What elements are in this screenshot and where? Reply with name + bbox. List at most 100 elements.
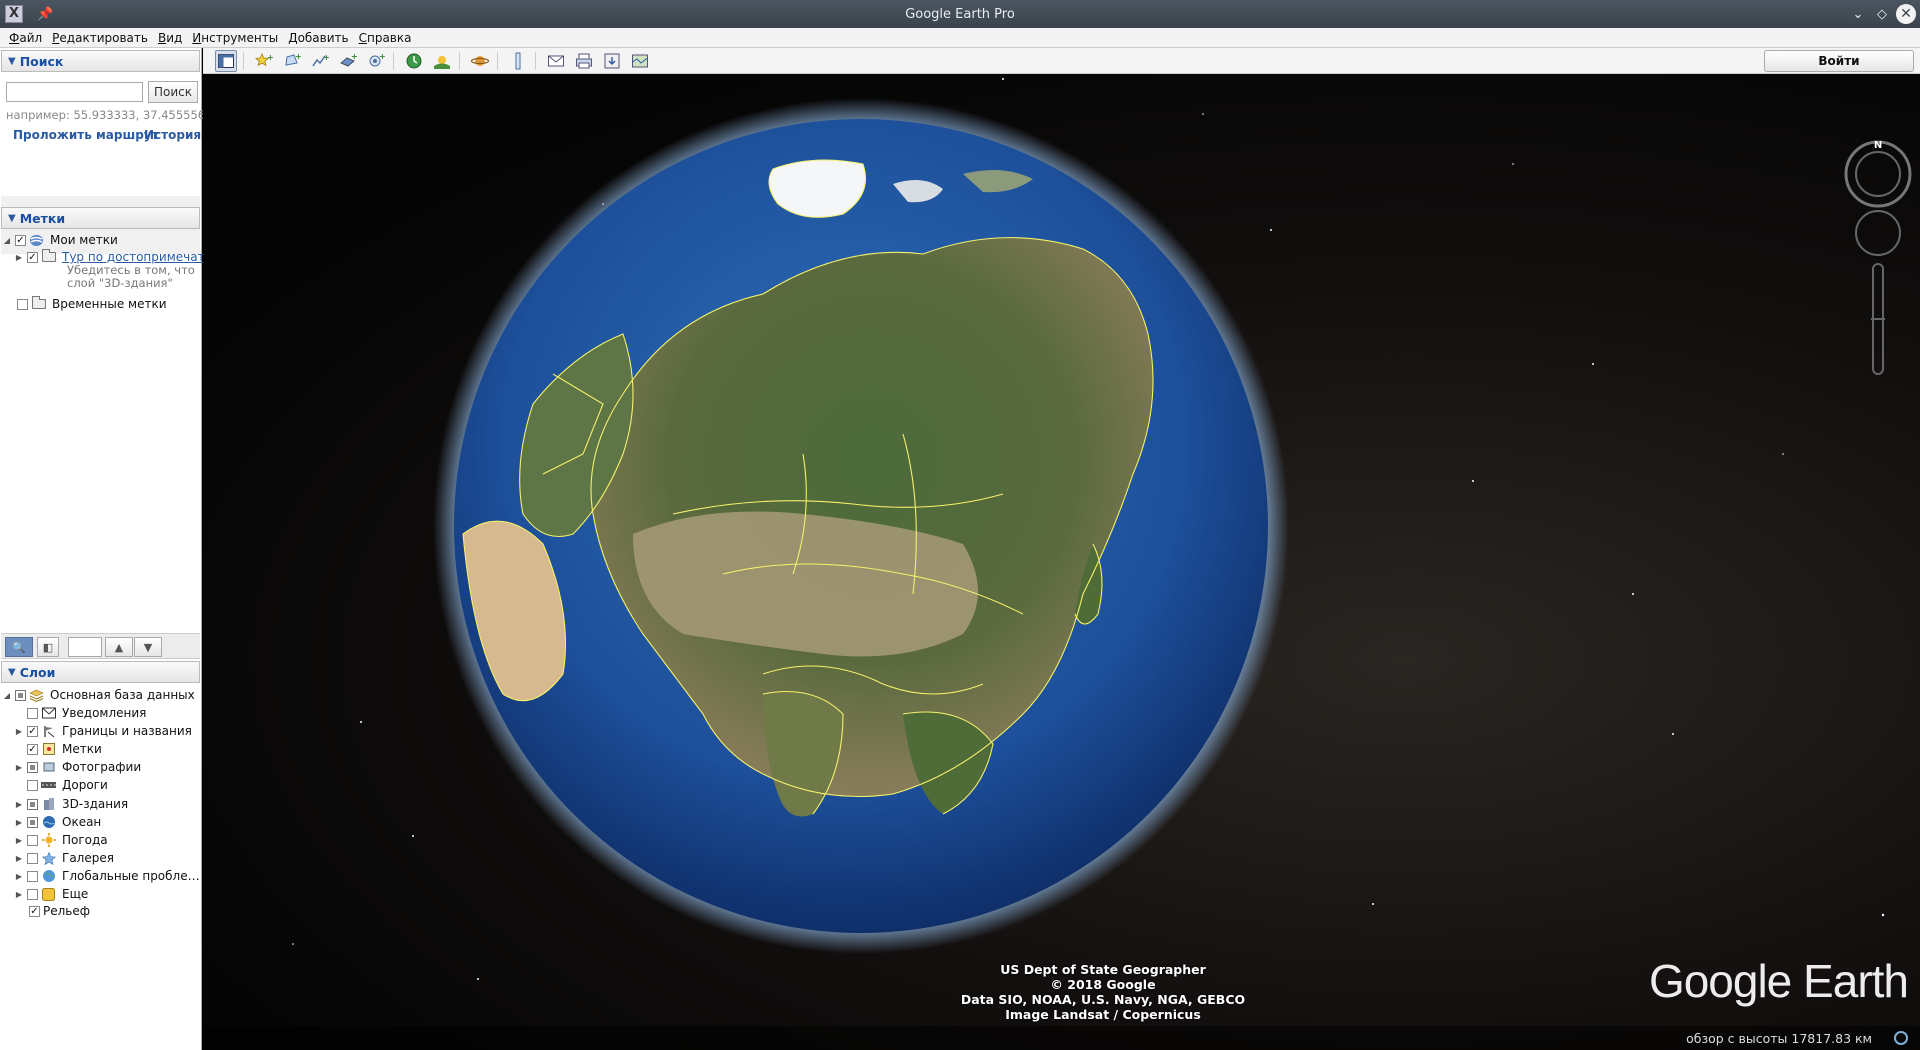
add-placemark-icon[interactable]: + — [253, 50, 275, 72]
globe-render[interactable] — [203, 74, 1920, 1050]
layer-item[interactable]: ▶ Фотографии — [14, 760, 141, 774]
checkbox[interactable] — [27, 779, 38, 791]
svg-text:+: + — [379, 52, 385, 61]
checkbox[interactable]: ✓ — [29, 905, 40, 917]
tree-row-terrain[interactable]: ✓ Рельеф — [26, 904, 90, 918]
historical-imagery-icon[interactable] — [403, 50, 425, 72]
menu-add[interactable]: Добавить — [283, 31, 353, 45]
tour-link[interactable]: Тур по достопримечател — [62, 250, 220, 264]
save-image-icon[interactable] — [601, 50, 623, 72]
expand-right-icon[interactable]: ▶ — [14, 818, 24, 827]
move-down-icon[interactable]: ▼ — [134, 637, 162, 657]
tree-row-primary-db[interactable]: ◢ Основная база данных — [2, 688, 195, 702]
sunlight-icon[interactable] — [431, 50, 453, 72]
checkbox[interactable] — [27, 834, 38, 846]
view-in-maps-icon[interactable] — [629, 50, 651, 72]
search-places-icon[interactable]: 🔍 — [5, 637, 33, 657]
route-link[interactable]: Проложить маршрут — [13, 128, 159, 142]
places-section-header[interactable]: ▼ Метки — [1, 207, 200, 229]
expand-right-icon[interactable]: ▶ — [14, 727, 24, 736]
tree-row-tour[interactable]: ▶ ✓ Тур по достопримечател — [14, 249, 220, 264]
history-link[interactable]: История — [144, 128, 201, 142]
search-button[interactable]: Поиск — [148, 81, 198, 103]
layers-header-label: Слои — [19, 664, 56, 680]
layer-label: Галерея — [62, 851, 114, 865]
pin-icon[interactable]: 📌 — [37, 7, 53, 22]
compass-north-label[interactable]: N — [1870, 140, 1886, 152]
expand-down-icon[interactable]: ◢ — [2, 691, 12, 700]
expand-right-icon[interactable]: ▶ — [14, 253, 24, 262]
checkbox[interactable] — [27, 852, 38, 864]
map-view[interactable]: N US Dept of State Geographer © 2018 Goo… — [203, 74, 1920, 1050]
search-section-header[interactable]: ▼ Поиск — [1, 50, 200, 72]
menu-edit[interactable]: Редактировать — [47, 31, 153, 45]
tree-row-temp-places[interactable]: Временные метки — [14, 296, 167, 311]
add-polygon-icon[interactable]: + — [281, 50, 303, 72]
layers-section-header[interactable]: ▼ Слои — [1, 661, 200, 683]
expand-right-icon[interactable]: ▶ — [14, 800, 24, 809]
layer-item[interactable]: ▶ Погода — [14, 833, 108, 847]
add-image-overlay-icon[interactable]: + — [337, 50, 359, 72]
layer-label: Границы и названия — [62, 724, 192, 738]
add-path-icon[interactable]: + — [309, 50, 331, 72]
minimize-icon[interactable]: ⌄ — [1848, 4, 1868, 24]
collapse-triangle-icon: ▼ — [8, 55, 16, 67]
expand-right-icon[interactable]: ▶ — [14, 836, 24, 845]
app-icon[interactable]: X — [5, 5, 23, 23]
layer-item[interactable]: Дороги — [14, 778, 108, 792]
expand-right-icon[interactable]: ▶ — [14, 872, 24, 881]
places-header-label: Метки — [19, 210, 66, 226]
borders-icon — [41, 725, 56, 738]
navigation-controls[interactable] — [1844, 140, 1912, 375]
layer-item[interactable]: ▶ ✓ Границы и названия — [14, 724, 192, 738]
layer-item[interactable]: ▶ Глобальные пробле… — [14, 869, 200, 883]
ocean-icon — [41, 816, 56, 829]
close-icon[interactable]: ✕ — [1896, 4, 1916, 24]
menu-help[interactable]: Справка — [354, 31, 417, 45]
places-filter-input[interactable] — [68, 637, 102, 657]
sidebar-toggle-icon[interactable] — [215, 50, 237, 72]
checkbox[interactable]: ✓ — [27, 251, 38, 263]
panel-toggle-icon[interactable]: ◧ — [37, 637, 59, 657]
layer-item[interactable]: Уведомления — [14, 706, 146, 720]
expand-right-icon[interactable]: ▶ — [14, 890, 24, 899]
checkbox[interactable] — [27, 707, 38, 719]
layer-item[interactable]: ▶ Еще — [14, 887, 88, 901]
checkbox[interactable] — [17, 298, 28, 310]
email-icon[interactable] — [545, 50, 567, 72]
move-up-icon[interactable]: ▲ — [105, 637, 133, 657]
tree-row-my-places[interactable]: ◢ ✓ Мои метки — [2, 233, 118, 247]
login-button[interactable]: Войти — [1764, 50, 1914, 72]
ruler-icon[interactable] — [507, 50, 529, 72]
checkbox[interactable] — [27, 888, 38, 900]
layer-item[interactable]: ▶ Океан — [14, 815, 101, 829]
print-icon[interactable] — [573, 50, 595, 72]
search-hint: например: 55.933333, 37.455556 — [6, 108, 206, 122]
database-layers-icon — [29, 689, 44, 702]
expand-right-icon[interactable]: ▶ — [14, 763, 24, 772]
layer-item[interactable]: ✓ Метки — [14, 742, 102, 756]
layer-label: Погода — [62, 833, 108, 847]
checkbox[interactable] — [27, 761, 38, 773]
search-input[interactable] — [6, 82, 143, 102]
menu-view[interactable]: Вид — [153, 31, 187, 45]
menu-tools[interactable]: Инструменты — [187, 31, 283, 45]
checkbox[interactable]: ✓ — [27, 743, 38, 755]
checkbox[interactable] — [27, 798, 38, 810]
expand-right-icon[interactable]: ▶ — [14, 854, 24, 863]
my-places-label: Мои метки — [50, 233, 118, 247]
checkbox[interactable] — [27, 870, 38, 882]
checkbox[interactable]: ✓ — [27, 725, 38, 737]
photo-icon — [41, 761, 56, 774]
menu-file[interactable]: Файл — [4, 31, 47, 45]
search-header-label: Поиск — [19, 53, 64, 69]
layer-item[interactable]: ▶ Галерея — [14, 851, 114, 865]
maximize-icon[interactable]: ◇ — [1872, 4, 1892, 24]
switch-planet-icon[interactable] — [469, 50, 491, 72]
checkbox[interactable] — [27, 816, 38, 828]
checkbox[interactable]: ✓ — [15, 234, 26, 246]
expand-down-icon[interactable]: ◢ — [2, 236, 12, 245]
checkbox[interactable] — [15, 689, 26, 701]
layer-item[interactable]: ▶ 3D-здания — [14, 797, 128, 811]
record-tour-icon[interactable]: + — [365, 50, 387, 72]
